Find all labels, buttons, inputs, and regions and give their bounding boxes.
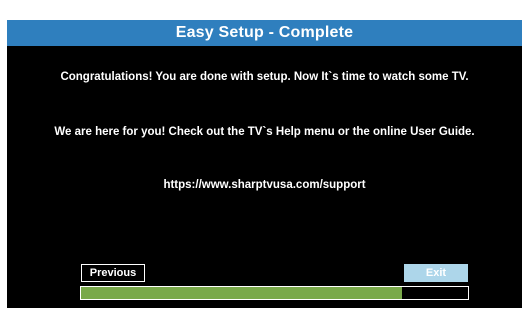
congratulations-message: Congratulations! You are done with setup…: [60, 71, 469, 83]
support-url: https://www.sharptvusa.com/support: [163, 179, 366, 191]
previous-button[interactable]: Previous: [81, 264, 145, 282]
page-title: Easy Setup - Complete: [7, 20, 522, 46]
setup-screen: Easy Setup - Complete Congratulations! Y…: [7, 20, 522, 308]
setup-progress-bar: [80, 286, 469, 300]
exit-button[interactable]: Exit: [404, 264, 468, 282]
setup-progress-fill: [81, 287, 403, 299]
help-message: We are here for you! Check out the TV`s …: [54, 126, 475, 138]
